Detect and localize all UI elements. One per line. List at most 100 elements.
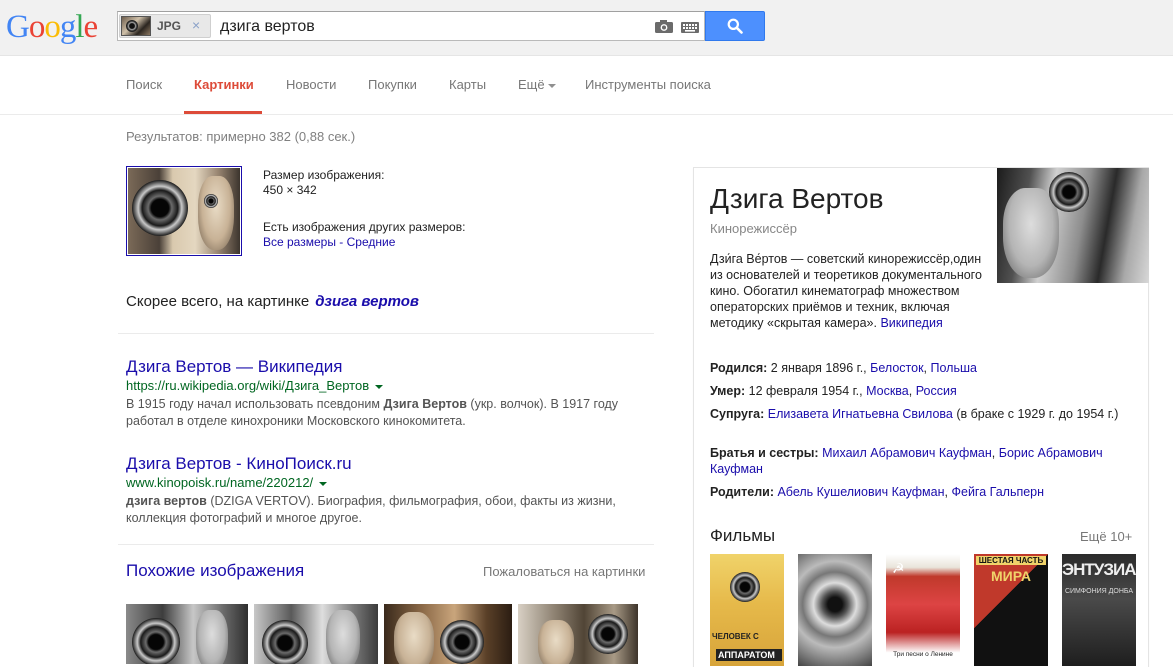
tab-news[interactable]: Новости bbox=[286, 77, 336, 92]
fact-value: 12 февраля 1954 г., bbox=[748, 384, 863, 398]
kp-subtitle: Кинорежиссёр bbox=[710, 221, 797, 236]
film-poster[interactable]: ЭНТУЗИАЗ СИМФОНИЯ ДОНБА bbox=[1062, 554, 1136, 666]
logo-letter: o bbox=[44, 9, 60, 45]
medium-sizes-link[interactable]: Средние bbox=[347, 235, 396, 249]
film-poster[interactable] bbox=[798, 554, 872, 666]
kp-description: Дзи́га Ве́ртов — советский кинорежиссёр,… bbox=[710, 251, 990, 331]
hammer-sickle-icon: ☭ bbox=[892, 560, 905, 576]
fact-label: Братья и сестры: bbox=[710, 446, 819, 460]
chevron-down-icon bbox=[547, 83, 556, 88]
died-place-link[interactable]: Москва bbox=[866, 384, 909, 398]
logo-letter: l bbox=[75, 9, 84, 45]
poster-text: АППАРАТОМ bbox=[716, 649, 782, 661]
kp-films-title: Фильмы bbox=[710, 526, 776, 545]
kp-fact-siblings: Братья и сестры: Михаил Абрамович Кауфма… bbox=[710, 445, 1135, 477]
report-images-link[interactable]: Пожаловаться на картинки bbox=[483, 564, 645, 579]
similar-image[interactable] bbox=[518, 604, 638, 664]
snippet-bold: дзига вертов bbox=[126, 494, 207, 508]
tab-images[interactable]: Картинки bbox=[194, 77, 254, 92]
sibling-link[interactable]: Михаил Абрамович Кауфман bbox=[822, 446, 992, 460]
fact-label: Супруга: bbox=[710, 407, 765, 421]
similar-images-link[interactable]: Похожие изображения bbox=[126, 561, 304, 581]
logo-letter: G bbox=[6, 9, 30, 45]
keyboard-icon[interactable] bbox=[681, 22, 699, 33]
search-button[interactable] bbox=[705, 11, 765, 41]
result-url: https://ru.wikipedia.org/wiki/Дзига_Верт… bbox=[126, 378, 384, 393]
kp-fact-parents: Родители: Абель Кушелиович Кауфман, Фейг… bbox=[710, 484, 1135, 500]
poster-text: Три песни о Ленине bbox=[893, 651, 953, 658]
similar-image[interactable] bbox=[254, 604, 378, 664]
logo-letter: o bbox=[28, 9, 45, 45]
kp-fact-spouse: Супруга: Елизавета Игнатьевна Свилова (в… bbox=[710, 406, 1135, 422]
result-title-wikipedia[interactable]: Дзига Вертов — Википедия bbox=[126, 357, 342, 377]
search-box[interactable]: JPG × дзига вертов bbox=[117, 11, 705, 41]
spouse-link[interactable]: Елизавета Игнатьевна Свилова bbox=[768, 407, 953, 421]
poster-text: СИМФОНИЯ ДОНБА bbox=[1064, 588, 1134, 595]
kp-fact-died: Умер: 12 февраля 1954 г., Москва, Россия bbox=[710, 383, 1135, 399]
poster-text: ШЕСТАЯ ЧАСТЬ bbox=[976, 556, 1046, 565]
poster-text: ЧЕЛОВЕК С bbox=[712, 632, 759, 641]
born-country-link[interactable]: Польша bbox=[931, 361, 977, 375]
image-query-chip[interactable]: JPG × bbox=[119, 14, 211, 38]
fact-separator: , bbox=[908, 384, 913, 398]
fact-value: (в браке с 1929 г. до 1954 г.) bbox=[956, 407, 1119, 421]
kp-fact-born: Родился: 2 января 1896 г., Белосток, Пол… bbox=[710, 360, 1135, 376]
best-guess-link[interactable]: дзига вертов bbox=[315, 293, 419, 310]
tab-search-tools[interactable]: Инструменты поиска bbox=[585, 77, 711, 92]
parent-link[interactable]: Абель Кушелиович Кауфман bbox=[777, 485, 944, 499]
search-input[interactable]: дзига вертов bbox=[220, 18, 315, 36]
similar-image[interactable] bbox=[126, 604, 248, 664]
query-image[interactable] bbox=[126, 166, 242, 256]
tab-search[interactable]: Поиск bbox=[126, 77, 162, 92]
tab-more[interactable]: Ещё bbox=[518, 77, 556, 92]
fact-separator: , bbox=[944, 485, 948, 499]
size-links: Все размеры - Средние bbox=[263, 235, 395, 249]
tab-more-label: Ещё bbox=[518, 77, 545, 92]
tab-shopping[interactable]: Покупки bbox=[368, 77, 417, 92]
fact-label: Родился: bbox=[710, 361, 768, 375]
divider bbox=[118, 544, 654, 545]
all-sizes-link[interactable]: Все размеры bbox=[263, 235, 336, 249]
active-tab-indicator bbox=[184, 111, 262, 114]
snippet-bold: Дзига Вертов bbox=[383, 397, 467, 411]
chevron-down-icon[interactable] bbox=[319, 481, 328, 486]
image-size-label: Размер изображения: bbox=[263, 168, 385, 182]
kp-photo[interactable] bbox=[997, 168, 1149, 283]
query-image-thumbnail bbox=[121, 16, 151, 36]
film-poster[interactable]: ШЕСТАЯ ЧАСТЬ МИРА bbox=[974, 554, 1048, 666]
knowledge-panel: Дзига Вертов Кинорежиссёр Дзи́га Ве́ртов… bbox=[693, 167, 1149, 667]
kp-source-link[interactable]: Википедия bbox=[880, 316, 942, 330]
parent-link[interactable]: Фейга Гальперн bbox=[951, 485, 1044, 499]
close-icon[interactable]: × bbox=[192, 17, 200, 33]
fact-separator: , bbox=[923, 361, 928, 375]
chip-filetype-label: JPG bbox=[157, 19, 182, 33]
film-poster[interactable]: ☭ Три песни о Ленине bbox=[886, 554, 960, 666]
kp-films-more-link[interactable]: Ещё 10+ bbox=[1080, 529, 1132, 544]
fact-separator: , bbox=[991, 446, 996, 460]
fact-label: Умер: bbox=[710, 384, 746, 398]
similar-image[interactable] bbox=[384, 604, 512, 664]
result-title-kinopoisk[interactable]: Дзига Вертов - КиноПоиск.ru bbox=[126, 454, 352, 474]
camera-icon[interactable] bbox=[655, 20, 673, 33]
result-snippet: дзига вертов (DZIGA VERTOV). Биография, … bbox=[126, 493, 656, 527]
poster-text: ЭНТУЗИАЗ bbox=[1062, 560, 1136, 579]
died-country-link[interactable]: Россия bbox=[916, 384, 957, 398]
logo-letter: e bbox=[83, 9, 99, 45]
born-place-link[interactable]: Белосток bbox=[870, 361, 923, 375]
google-logo[interactable]: Google bbox=[6, 8, 99, 46]
fact-label: Родители: bbox=[710, 485, 774, 499]
film-poster[interactable]: ЧЕЛОВЕК С АППАРАТОМ bbox=[710, 554, 784, 666]
result-snippet: В 1915 году начал использовать псевдоним… bbox=[126, 396, 656, 430]
kp-title: Дзига Вертов bbox=[710, 183, 884, 214]
result-url-text: https://ru.wikipedia.org/wiki/Дзига_Верт… bbox=[126, 378, 370, 393]
search-icon bbox=[727, 18, 743, 34]
chevron-down-icon[interactable] bbox=[375, 384, 384, 389]
tab-maps[interactable]: Карты bbox=[449, 77, 486, 92]
poster-text: МИРА bbox=[991, 568, 1031, 584]
divider bbox=[118, 333, 654, 334]
results-count: Результатов: примерно 382 (0,88 сек.) bbox=[126, 129, 356, 144]
image-size-value: 450 × 342 bbox=[263, 183, 317, 197]
result-url: www.kinopoisk.ru/name/220212/ bbox=[126, 475, 328, 490]
other-sizes-label: Есть изображения других размеров: bbox=[263, 220, 466, 234]
best-guess: Скорее всего, на картинке дзига вертов bbox=[126, 293, 419, 310]
